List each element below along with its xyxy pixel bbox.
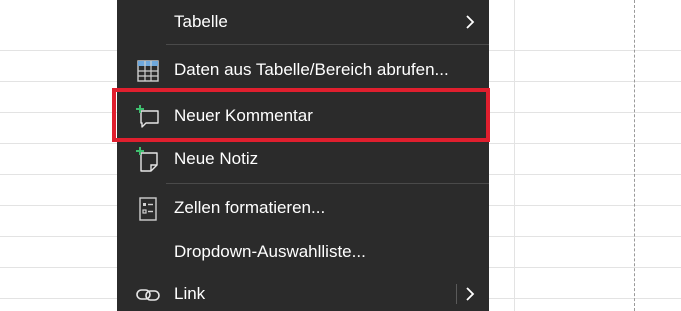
menu-item-dropdown-list[interactable]: Dropdown-Auswahlliste... [117,230,489,274]
new-comment-icon [135,104,161,130]
menu-item-get-data-from-table[interactable]: Daten aus Tabelle/Bereich abrufen... [117,48,489,92]
context-menu: Tabelle Daten aus Tabelle/Bereich abrufe… [117,0,489,311]
menu-item-new-note[interactable]: Neue Notiz [117,137,489,181]
grid-column-line [514,0,515,311]
split-separator [456,284,457,304]
menu-item-label: Dropdown-Auswahlliste... [174,242,366,261]
menu-item-label: Neue Notiz [174,149,259,168]
link-icon [135,282,161,308]
menu-item-link[interactable]: Link [117,272,489,311]
table-icon [135,58,161,84]
menu-item-label: Neuer Kommentar [174,106,313,125]
menu-separator [166,183,489,184]
menu-item-label: Daten aus Tabelle/Bereich abrufen... [174,60,449,79]
new-note-icon [135,147,161,173]
menu-item-tabelle[interactable]: Tabelle [117,0,489,44]
menu-item-label: Zellen formatieren... [174,198,326,217]
chevron-right-icon[interactable] [463,285,477,303]
menu-item-format-cells[interactable]: Zellen formatieren... [117,186,489,230]
menu-item-label: Link [174,284,206,303]
menu-item-new-comment[interactable]: Neuer Kommentar [117,94,489,138]
page-break-line [634,0,635,311]
chevron-right-icon [463,13,477,31]
menu-separator [166,44,489,45]
menu-item-label: Tabelle [174,12,228,31]
format-cells-icon [135,196,161,222]
